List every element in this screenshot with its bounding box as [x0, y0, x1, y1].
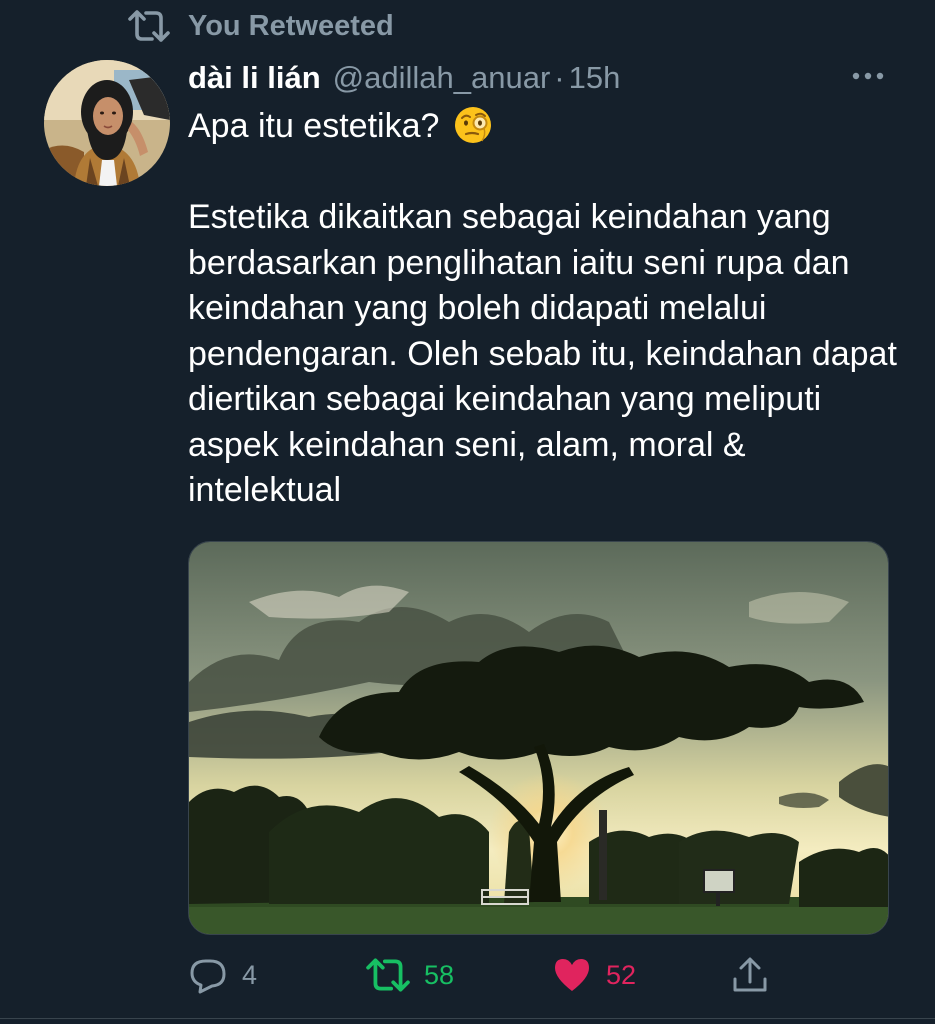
retweet-banner[interactable]: You Retweeted: [128, 6, 394, 46]
tweet-body: Estetika dikaitkan sebagai keindahan yan…: [188, 198, 897, 509]
user-handle[interactable]: @adillah_anuar: [333, 60, 551, 96]
more-icon[interactable]: [848, 62, 888, 90]
face-with-monocle-emoji: [453, 105, 493, 145]
display-name[interactable]: dài li lián: [188, 60, 321, 96]
reply-count: 4: [242, 959, 258, 990]
like-button[interactable]: 52: [552, 950, 636, 1000]
separator-dot: ·: [554, 60, 565, 95]
tweet-first-line: Apa itu estetika?: [188, 104, 908, 150]
reply-button[interactable]: 4: [188, 950, 257, 1000]
tweet-header: dài li lián @adillah_anuar · 15h: [188, 56, 620, 100]
tweet-photo[interactable]: [188, 541, 889, 935]
divider: [0, 1018, 935, 1019]
heart-icon: [552, 956, 592, 994]
tweet-question: Apa itu estetika?: [188, 107, 440, 145]
timestamp[interactable]: 15h: [569, 60, 621, 96]
like-count: 52: [606, 959, 637, 990]
tweet-actions: 4 58 52: [0, 950, 935, 1000]
retweet-count: 58: [424, 959, 455, 990]
tweet-text: Apa itu estetika? Estetika dikaitkan seb…: [188, 104, 908, 514]
retweet-button[interactable]: 58: [366, 950, 454, 1000]
share-icon: [730, 955, 770, 995]
share-button[interactable]: [730, 950, 770, 1000]
retweet-icon: [128, 8, 170, 44]
retweet-banner-label: You Retweeted: [188, 9, 394, 42]
reply-icon: [188, 955, 228, 995]
retweet-action-icon: [366, 956, 410, 994]
avatar[interactable]: [44, 60, 170, 186]
